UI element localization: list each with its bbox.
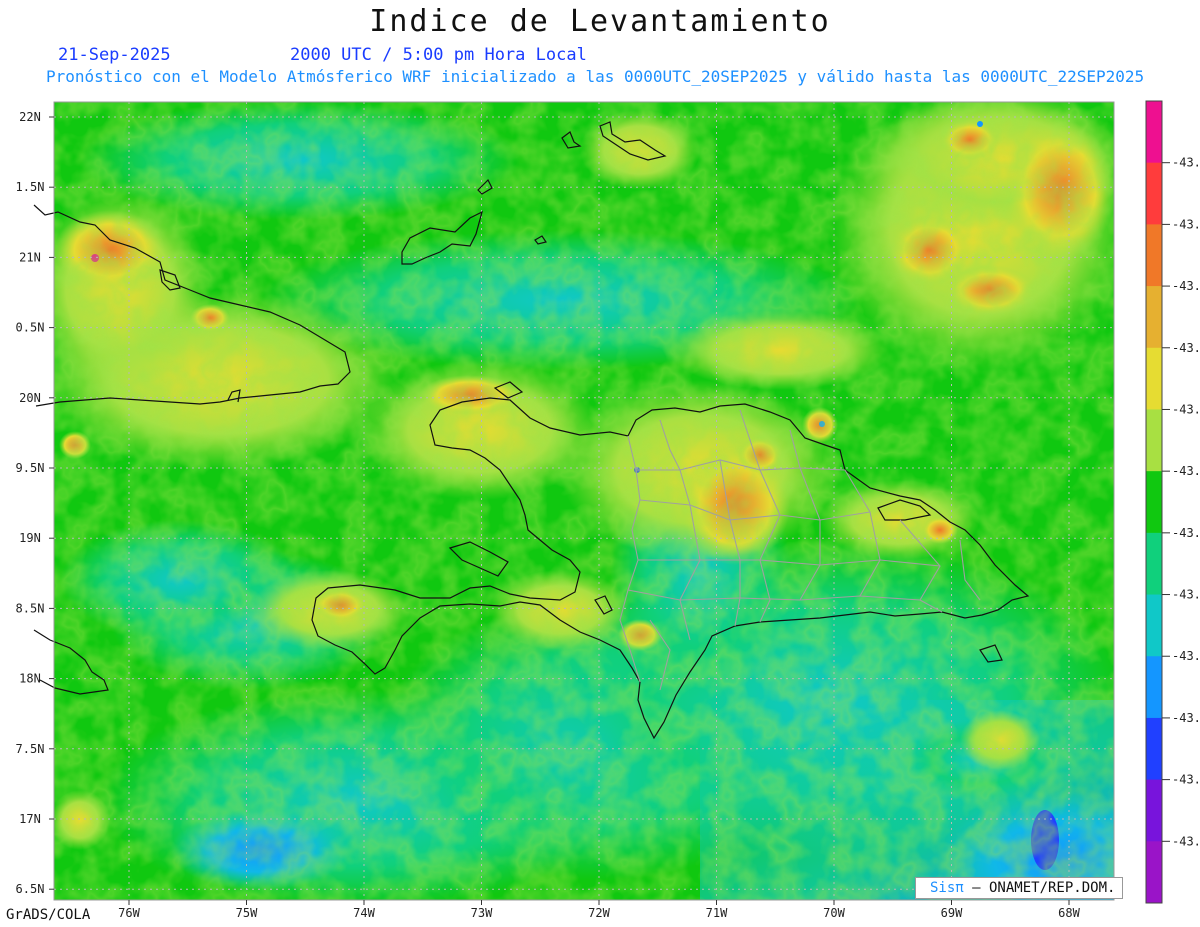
colorbar-label: -43.7	[1172, 711, 1200, 725]
colorbar-label: -43.3	[1172, 217, 1200, 231]
colorbar-swatch	[1146, 347, 1162, 410]
colorbar-label: -43.5	[1172, 464, 1200, 478]
colorbar-swatch	[1146, 286, 1162, 349]
colorbar-label: -43.4	[1172, 402, 1200, 416]
software-credit: GrADS/COLA	[6, 907, 91, 923]
colorbar-label: -43.6	[1172, 649, 1200, 663]
lat-label: 20N	[19, 391, 41, 405]
brand-text: – ONAMET/REP.DOM.	[963, 880, 1116, 896]
lon-label: 72W	[588, 906, 610, 920]
lon-label: 69W	[941, 906, 963, 920]
lon-label: 71W	[706, 906, 728, 920]
colorbar-label: -43.6	[1172, 588, 1200, 602]
lat-label: 17N	[19, 812, 41, 826]
colorbar-label: -43.5	[1172, 526, 1200, 540]
colorbar-swatch	[1146, 162, 1162, 225]
lat-label: 7.5N	[16, 742, 45, 756]
lon-label: 74W	[353, 906, 375, 920]
colorbar-swatch	[1146, 717, 1162, 781]
colorbar-swatch	[1146, 656, 1162, 719]
colorbar-label: -43.8	[1172, 834, 1200, 848]
colorbar-label: -43.4	[1172, 341, 1200, 355]
forecast-description: Pronóstico con el Modelo Atmósferico WRF…	[46, 67, 1145, 86]
colorbar-swatch	[1146, 101, 1162, 164]
colorbar-label: -43.7	[1172, 773, 1200, 787]
lat-label: 0.5N	[16, 321, 45, 335]
longitude-labels: 76W 75W 74W 73W 72W 71W 70W 69W 68W	[118, 900, 1081, 920]
colorbar-swatch	[1146, 409, 1162, 472]
map-title: Indice de Levantamiento	[369, 4, 831, 39]
lifted-index-field	[54, 102, 1114, 900]
lon-label: 70W	[823, 906, 845, 920]
colorbar-swatch	[1146, 532, 1162, 596]
lon-label: 76W	[118, 906, 140, 920]
latitude-labels: 22N 1.5N 21N 0.5N 20N 9.5N 19N 8.5N 18N 7.5N 17N 6.…	[16, 110, 54, 896]
lifted-index-map: 22N 1.5N 21N 0.5N 20N 9.5N 19N 8.5N 18N 7.5N 17N 6.…	[16, 100, 1200, 920]
lat-label: 9.5N	[16, 461, 45, 475]
brand-box: Sisπ – ONAMET/REP.DOM.	[915, 877, 1123, 899]
colorbar-swatch	[1146, 471, 1162, 534]
lat-label: 22N	[19, 110, 41, 124]
colorbar-swatch	[1146, 779, 1162, 842]
valid-date: 21-Sep-2025	[58, 45, 171, 65]
colorbar-swatch	[1146, 841, 1162, 904]
lat-label: 21N	[19, 250, 41, 264]
colorbar: -43.2 -43.3 -43.3 -43.4 -43.4 -43.5 -43.5 -43.6…	[1145, 100, 1200, 904]
colorbar-label: -43.2	[1172, 156, 1200, 170]
lon-label: 73W	[471, 906, 493, 920]
valid-time: 2000 UTC / 5:00 pm Hora Local	[290, 45, 587, 65]
lon-label: 75W	[236, 906, 258, 920]
colorbar-label: -43.3	[1172, 279, 1200, 293]
lon-label: 68W	[1058, 906, 1080, 920]
lat-label: 6.5N	[16, 882, 45, 896]
lat-label: 1.5N	[16, 180, 45, 194]
sispi-logo: Sisπ	[930, 880, 964, 896]
colorbar-swatch	[1146, 224, 1162, 287]
lat-label: 8.5N	[16, 601, 45, 615]
lat-label: 19N	[19, 531, 41, 545]
lat-label: 18N	[19, 672, 41, 686]
colorbar-swatch	[1146, 594, 1162, 657]
